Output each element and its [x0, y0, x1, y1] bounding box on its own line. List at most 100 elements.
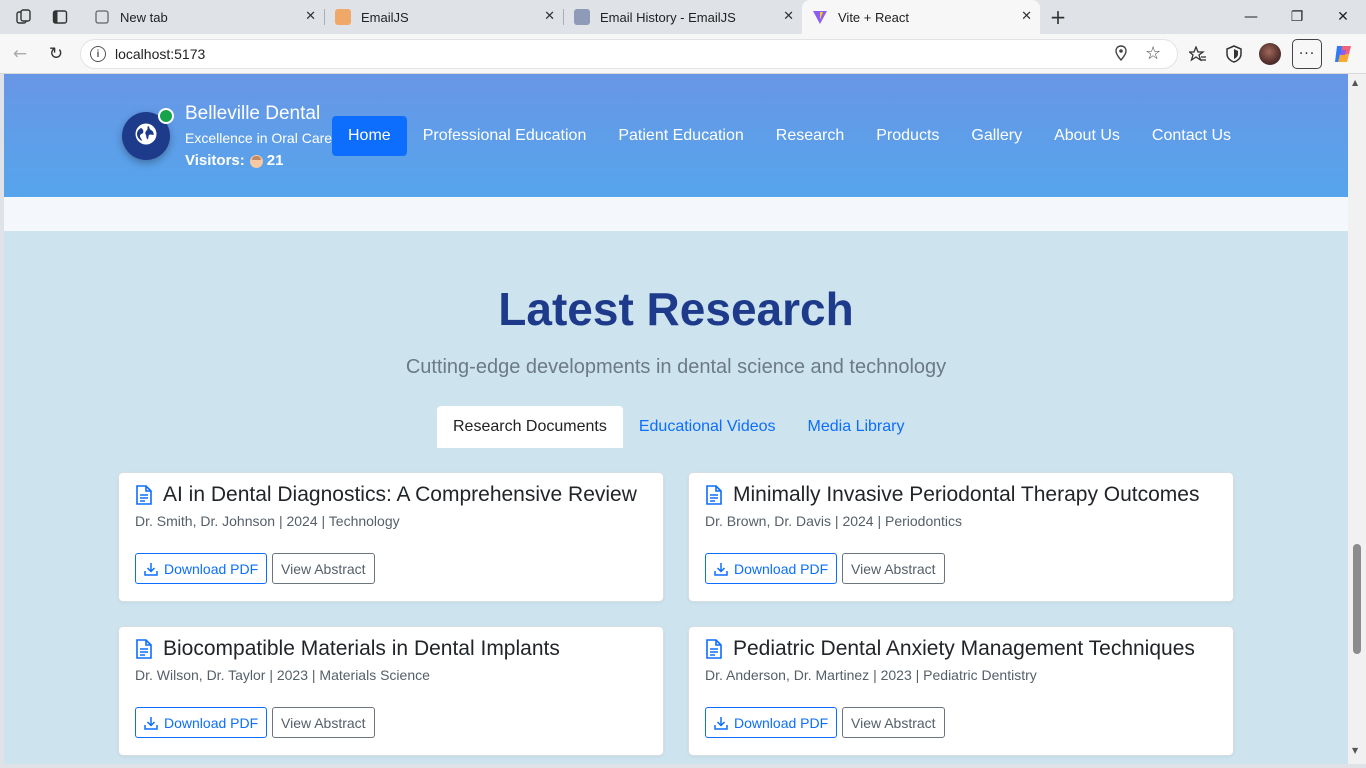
download-pdf-button[interactable]: Download PDF — [705, 707, 838, 738]
brand-name[interactable]: Belleville Dental — [185, 103, 332, 125]
download-icon — [714, 716, 728, 730]
research-card: Minimally Invasive Periodontal Therapy O… — [688, 472, 1234, 602]
nav-professional-education[interactable]: Professional Education — [407, 116, 603, 156]
scroll-down-icon[interactable]: ▼ — [1352, 746, 1358, 755]
view-abstract-button[interactable]: View Abstract — [272, 707, 375, 738]
close-tab-icon[interactable]: ✕ — [544, 9, 555, 24]
new-tab-icon — [94, 9, 110, 25]
download-pdf-button[interactable]: Download PDF — [135, 707, 268, 738]
nav-about-us[interactable]: About Us — [1038, 116, 1136, 156]
address-toolbar: ← ↻ i localhost:5173 ☆ ··· — [0, 34, 1366, 74]
site-info-icon[interactable]: i — [90, 46, 106, 62]
document-icon — [135, 639, 153, 659]
tab-new-tab[interactable]: New tab ✕ — [84, 0, 324, 34]
tab-title: New tab — [120, 9, 168, 25]
nav-contact-us[interactable]: Contact Us — [1136, 116, 1247, 156]
restore-icon[interactable]: ❐ — [1274, 0, 1320, 34]
visitors-count: 21 — [266, 152, 284, 169]
new-tab-plus-icon[interactable]: + — [1047, 5, 1069, 29]
close-tab-icon[interactable]: ✕ — [783, 9, 794, 24]
address-bar[interactable]: i localhost:5173 ☆ — [80, 39, 1178, 69]
card-title-text: Pediatric Dental Anxiety Management Tech… — [733, 637, 1195, 660]
download-pdf-button[interactable]: Download PDF — [705, 553, 838, 584]
vertical-tabs-icon[interactable] — [49, 6, 71, 28]
favorites-icon[interactable] — [1186, 42, 1210, 66]
section-subtitle: Cutting-edge developments in dental scie… — [405, 356, 947, 378]
location-icon[interactable] — [1114, 45, 1128, 65]
visitor-counter: Visitors: 21 — [185, 152, 332, 170]
download-label: Download PDF — [734, 560, 829, 577]
research-card: AI in Dental Diagnostics: A Comprehensiv… — [118, 472, 664, 602]
card-meta: Dr. Wilson, Dr. Taylor | 2023 | Material… — [135, 667, 430, 683]
card-title: Pediatric Dental Anxiety Management Tech… — [705, 637, 1195, 661]
nav-patient-education[interactable]: Patient Education — [602, 116, 759, 156]
visitors-label: Visitors: — [185, 152, 245, 169]
page-scrollbar[interactable]: ▲ ▼ — [1348, 74, 1366, 764]
card-title-text: Minimally Invasive Periodontal Therapy O… — [733, 483, 1200, 506]
page-viewport: Belleville Dental Excellence in Oral Car… — [4, 74, 1348, 764]
favorite-star-icon[interactable]: ☆ — [1145, 43, 1161, 64]
download-label: Download PDF — [164, 714, 259, 731]
header-spacer — [4, 197, 1348, 231]
more-options-icon[interactable]: ··· — [1292, 39, 1322, 69]
back-icon[interactable]: ← — [8, 42, 32, 66]
tab-emailjs[interactable]: EmailJS ✕ — [325, 0, 563, 34]
tab-title: Email History - EmailJS — [600, 9, 736, 25]
logo[interactable] — [122, 108, 174, 160]
scrollbar-thumb[interactable] — [1353, 544, 1361, 654]
site-header: Belleville Dental Excellence in Oral Car… — [4, 74, 1348, 197]
browser-tab-bar: New tab ✕ EmailJS ✕ Email History - Emai… — [0, 0, 1366, 34]
download-label: Download PDF — [164, 560, 259, 577]
download-icon — [144, 716, 158, 730]
shield-icon[interactable] — [1222, 42, 1246, 66]
card-title: AI in Dental Diagnostics: A Comprehensiv… — [135, 483, 637, 507]
download-pdf-button[interactable]: Download PDF — [135, 553, 268, 584]
document-icon — [705, 639, 723, 659]
nav-research[interactable]: Research — [760, 116, 860, 156]
view-abstract-button[interactable]: View Abstract — [842, 707, 945, 738]
document-icon — [705, 485, 723, 505]
scroll-up-icon[interactable]: ▲ — [1352, 78, 1358, 87]
tab-media-library[interactable]: Media Library — [792, 406, 921, 448]
research-tabs: Research Documents Educational Videos Me… — [437, 406, 920, 448]
nav-gallery[interactable]: Gallery — [955, 116, 1038, 156]
card-meta: Dr. Anderson, Dr. Martinez | 2023 | Pedi… — [705, 667, 1037, 683]
tab-title: Vite + React — [838, 9, 909, 25]
card-title-text: AI in Dental Diagnostics: A Comprehensiv… — [163, 483, 637, 506]
download-icon — [714, 562, 728, 576]
emailjs-icon — [574, 9, 590, 25]
emailjs-icon — [335, 9, 351, 25]
document-icon — [135, 485, 153, 505]
section-title: Latest Research — [498, 283, 854, 335]
close-tab-icon[interactable]: ✕ — [305, 9, 316, 24]
refresh-icon[interactable]: ↻ — [44, 42, 68, 66]
brand-tagline: Excellence in Oral Care — [185, 130, 333, 146]
online-status-dot — [158, 108, 174, 124]
card-title: Minimally Invasive Periodontal Therapy O… — [705, 483, 1199, 507]
tab-educational-videos[interactable]: Educational Videos — [623, 406, 792, 448]
research-card: Biocompatible Materials in Dental Implan… — [118, 626, 664, 756]
url-text[interactable]: localhost:5173 — [115, 46, 205, 62]
tab-title: EmailJS — [361, 9, 409, 25]
nav-home[interactable]: Home — [332, 116, 407, 156]
download-label: Download PDF — [734, 714, 829, 731]
view-abstract-button[interactable]: View Abstract — [272, 553, 375, 584]
profile-avatar[interactable] — [1258, 42, 1282, 66]
brand-block: Belleville Dental Excellence in Oral Car… — [185, 103, 332, 170]
close-tab-icon[interactable]: ✕ — [1021, 9, 1032, 24]
main-nav: Home Professional Education Patient Educ… — [332, 116, 1247, 156]
copilot-icon[interactable] — [1331, 42, 1355, 66]
tab-vite-react[interactable]: Vite + React ✕ — [802, 0, 1040, 34]
tab-email-history[interactable]: Email History - EmailJS ✕ — [564, 0, 802, 34]
minimize-icon[interactable]: — — [1228, 0, 1274, 34]
tab-research-documents[interactable]: Research Documents — [437, 406, 623, 448]
card-meta: Dr. Smith, Dr. Johnson | 2024 | Technolo… — [135, 513, 400, 529]
nav-products[interactable]: Products — [860, 116, 955, 156]
view-abstract-button[interactable]: View Abstract — [842, 553, 945, 584]
research-card: Pediatric Dental Anxiety Management Tech… — [688, 626, 1234, 756]
card-title: Biocompatible Materials in Dental Implan… — [135, 637, 560, 661]
close-window-icon[interactable]: ✕ — [1320, 0, 1366, 34]
download-icon — [144, 562, 158, 576]
workspaces-icon[interactable] — [13, 6, 35, 28]
vite-icon — [812, 9, 828, 25]
